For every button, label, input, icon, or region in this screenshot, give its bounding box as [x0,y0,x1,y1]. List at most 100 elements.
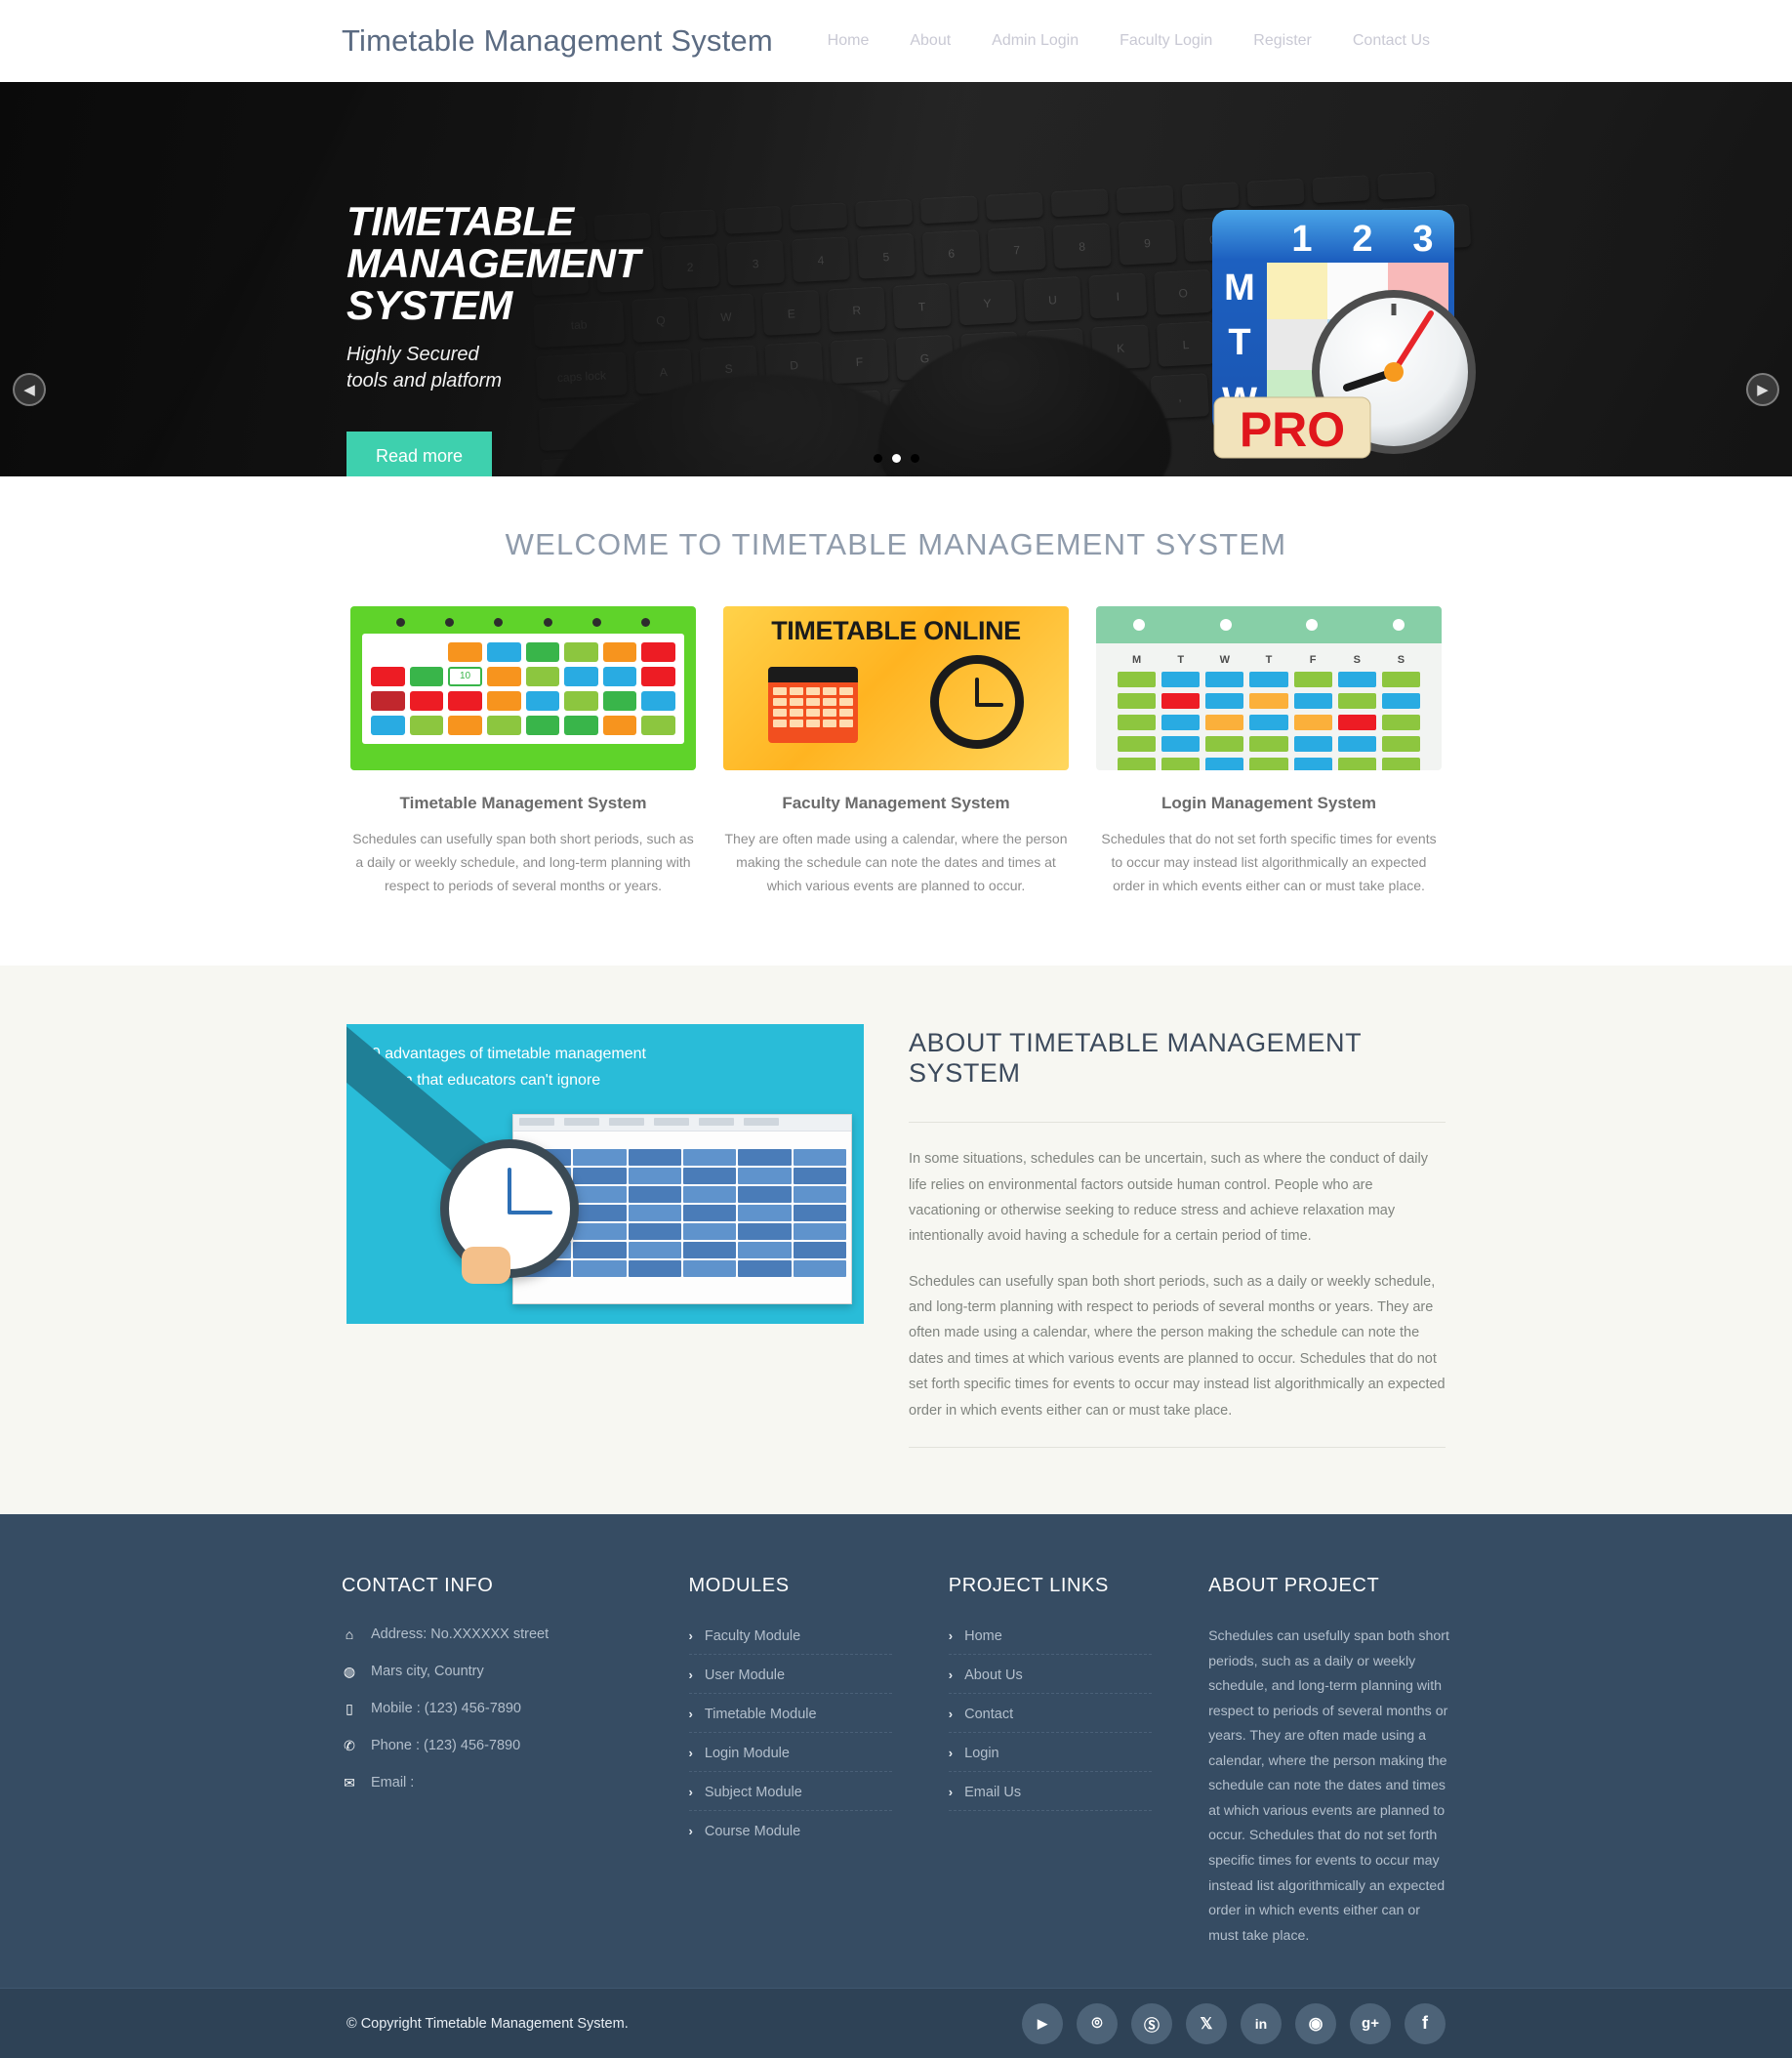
weekday-label: T [1177,654,1185,666]
github-icon[interactable]: ⌾ [1077,2002,1118,2044]
hero-title: TIMETABLE MANAGEMENT SYSTEM [346,198,854,326]
card-description: Schedules can usefully span both short p… [352,831,694,894]
footer-modules: MODULES › Faculty Module › User Module ›… [688,1574,892,1949]
hand-holding-icon [462,1247,510,1285]
timetable-online-caption: TIMETABLE ONLINE [771,616,1021,645]
calendar-holes [362,616,684,634]
slider-prev-button[interactable]: ◀ [13,373,46,406]
hero-overlay [0,82,1792,476]
skype-icon[interactable]: Ⓢ [1131,2002,1172,2044]
hero-title-line-1: TIMETABLE [346,198,574,244]
about-section: 10 advantages of timetable management sy… [0,966,1792,1514]
footer-modules-title: MODULES [688,1574,790,1596]
home-icon: ⌂ [345,1626,354,1642]
nav-item-contact-us[interactable]: Contact Us [1332,32,1450,50]
contact-city-text: Mars city, Country [371,1664,484,1679]
nav-item-admin-login[interactable]: Admin Login [971,32,1099,50]
footer-bottom-bar: © Copyright Timetable Management System.… [0,1988,1792,2058]
facebook-icon[interactable]: f [1405,2002,1446,2044]
site-logo[interactable]: Timetable Management System [342,23,773,59]
google-plus-icon[interactable]: g+ [1350,2002,1391,2044]
nav-item-faculty-login[interactable]: Faculty Login [1099,32,1233,50]
social-links: ▶ ⌾ Ⓢ 𝕏 in ◉ g+ f [1022,2002,1446,2044]
card-title: Faculty Management System [782,794,1010,812]
badge-day-m: M [1224,268,1255,309]
module-link-user[interactable]: › User Module [688,1664,892,1694]
chevron-right-icon: › [688,1707,693,1722]
mini-calendar-icon [768,667,858,743]
weekday-label: F [1309,654,1317,666]
welcome-heading: WELCOME TO TIMETABLE MANAGEMENT SYSTEM [505,527,1287,561]
weekday-label: M [1131,654,1142,666]
footer-project-links-title: PROJECT LINKS [948,1574,1109,1596]
project-link-label: Login [964,1745,999,1761]
badge-number-3: 3 [1412,219,1433,260]
about-caption-line-2: system that educators can't ignore [363,1071,601,1089]
weekday-label: W [1219,654,1231,666]
footer-about-project-text: Schedules can usefully span both short p… [1208,1627,1449,1944]
module-link-course[interactable]: › Course Module [689,1820,892,1849]
contact-mobile: ▯ Mobile : (123) 456-7890 [342,1699,632,1719]
project-link-label: Home [964,1627,1002,1644]
dribbble-icon[interactable]: ◉ [1295,2002,1336,2044]
youtube-icon[interactable]: ▶ [1022,2002,1063,2044]
hero-subtitle: Highly Secured tools and platform [346,342,854,394]
slider-dot-2[interactable] [891,454,901,463]
contact-address-text: Address: No.XXXXXX street [371,1626,550,1642]
module-link-subject[interactable]: › Subject Module [688,1781,892,1811]
chevron-right-icon: › [948,1785,954,1800]
project-link-email-us[interactable]: › Email Us [948,1781,1153,1811]
slider-dot-3[interactable] [910,454,919,463]
calendar-binder [1096,606,1442,643]
module-link-label: Login Module [704,1745,790,1761]
twitter-icon[interactable]: 𝕏 [1186,2002,1227,2044]
slider-next-button[interactable]: ▶ [1746,373,1779,406]
feature-card-faculty: TIMETABLE ONLINE Faculty Management Syst… [723,606,1069,897]
module-link-timetable[interactable]: › Timetable Module [688,1703,892,1733]
contact-email[interactable]: ✉ Email : [342,1773,632,1793]
chevron-right-icon: › [688,1667,693,1683]
nav-item-home[interactable]: Home [807,32,890,50]
badge-day-t: T [1228,322,1250,363]
project-link-home[interactable]: › Home [948,1625,1153,1655]
module-link-label: Subject Module [704,1784,802,1800]
about-text-block: ABOUT TIMETABLE MANAGEMENT SYSTEM In som… [909,1024,1446,1448]
about-illustration-caption: 10 advantages of timetable management sy… [363,1042,846,1093]
mobile-icon: ▯ [346,1701,353,1717]
slider-dot-1[interactable] [873,454,882,463]
card-title: Login Management System [1161,794,1377,812]
module-link-faculty[interactable]: › Faculty Module [688,1625,892,1655]
calendar-grid [1096,666,1442,770]
project-link-login[interactable]: › Login [948,1742,1153,1772]
page-root: Timetable Management System Home About A… [0,0,1792,2058]
project-link-about-us[interactable]: › About Us [948,1664,1153,1694]
module-link-label: Faculty Module [704,1627,801,1644]
chevron-right-icon: › [948,1707,954,1722]
nav-item-register[interactable]: Register [1233,32,1332,50]
about-caption-line-1: 10 advantages of timetable management [363,1046,646,1063]
card-title: Timetable Management System [399,794,647,812]
chevron-right-icon: › [948,1667,954,1683]
green-calendar-image: 10 [350,606,696,770]
site-header: Timetable Management System Home About A… [0,0,1792,82]
weekday-label: S [1353,654,1361,666]
hero-subtitle-line-2: tools and platform [346,370,502,392]
about-divider-top [909,1122,1446,1124]
weekday-label: S [1397,654,1405,666]
linkedin-icon[interactable]: in [1241,2002,1282,2044]
weekday-label: T [1265,654,1273,666]
timetable-online-image: TIMETABLE ONLINE [723,606,1069,770]
envelope-icon: ✉ [344,1775,355,1791]
calendar-grid: 10 [362,634,684,744]
project-link-contact[interactable]: › Contact [948,1703,1153,1733]
nav-item-about[interactable]: About [889,32,971,50]
footer-contact-title: CONTACT INFO [342,1574,494,1596]
badge-number-2: 2 [1352,219,1372,260]
globe-icon: ◍ [343,1664,356,1679]
about-heading: ABOUT TIMETABLE MANAGEMENT SYSTEM [909,1028,1362,1089]
footer-project-links: PROJECT LINKS › Home › About Us › Contac… [948,1574,1153,1949]
feature-cards: 10 Timetable Management System Schedules… [0,606,1792,897]
contact-phone-text: Phone : (123) 456-7890 [371,1738,521,1754]
slider-dots [0,454,1792,463]
module-link-login[interactable]: › Login Module [688,1742,892,1772]
